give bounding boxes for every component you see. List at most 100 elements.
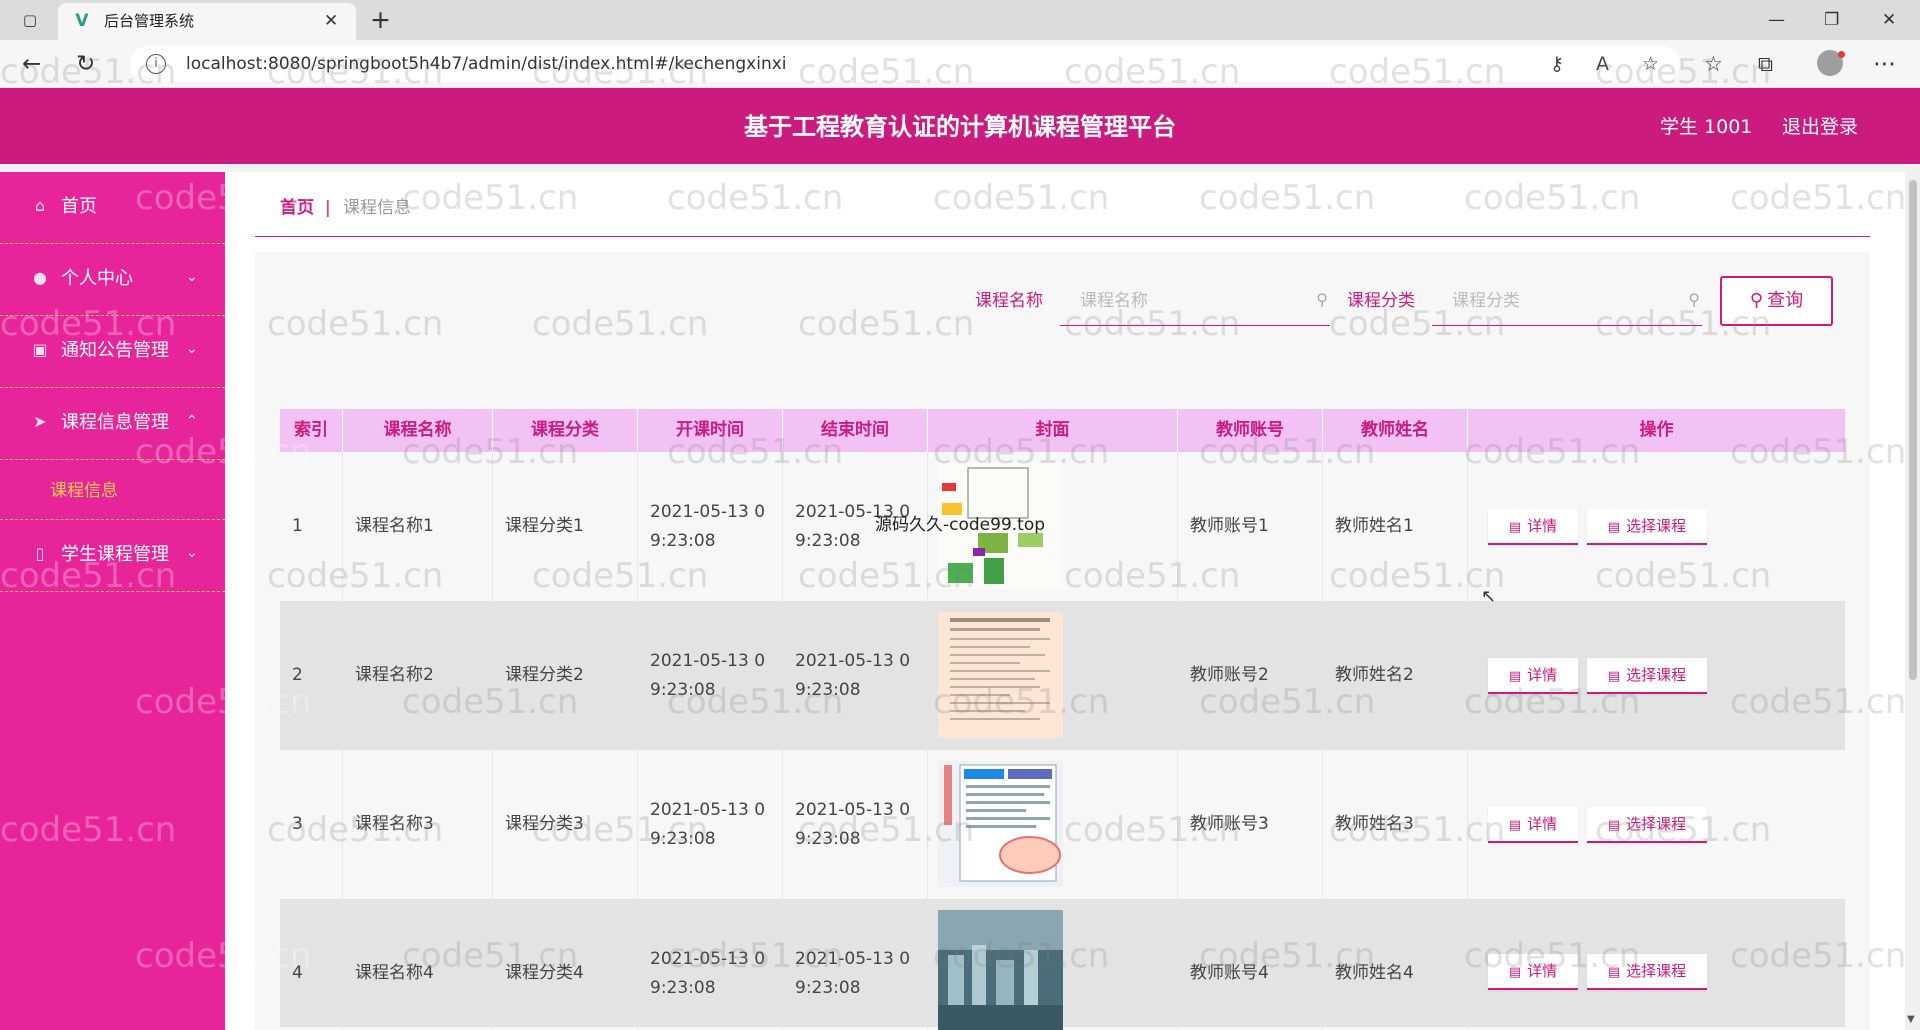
course-category-input[interactable]: [1452, 288, 1672, 314]
overlay-caption: 源码久久-code99.top: [875, 515, 1046, 535]
cell-index: 2: [280, 601, 343, 750]
page-scrollbar[interactable]: ▼: [1905, 172, 1920, 1030]
cell-start-time: 2021-05-13 0 9:23:08: [638, 452, 783, 601]
user-icon: ●: [33, 268, 47, 287]
chevron-down-icon: ⌄: [186, 341, 198, 357]
column-header: 教师姓名: [1323, 409, 1468, 452]
close-window-icon[interactable]: ✕: [1882, 6, 1896, 34]
current-user: 学生 1001: [1660, 116, 1753, 138]
detail-button[interactable]: ▤ 详情: [1488, 509, 1578, 545]
sidebar-item-personal-center[interactable]: ● 个人中心 ⌄: [0, 244, 225, 316]
detail-button[interactable]: ▤ 详情: [1488, 807, 1578, 843]
cover-image: [938, 612, 1063, 738]
minimize-icon[interactable]: —: [1768, 6, 1785, 34]
collections-icon[interactable]: ⧉: [1758, 50, 1773, 78]
cell-course-name: 课程名称4: [343, 899, 493, 1030]
document-icon: ▤: [1508, 520, 1522, 535]
sidebar-item-home[interactable]: ⌂ 首页: [0, 172, 225, 244]
sidebar-subitem-course-info[interactable]: 课程信息: [0, 460, 225, 520]
cell-actions: ▤ 详情 ▤ 选择课程: [1468, 452, 1845, 601]
chevron-up-icon: ⌃: [186, 413, 198, 429]
select-course-button[interactable]: ▤ 选择课程: [1587, 954, 1707, 990]
column-header: 封面: [928, 409, 1178, 452]
maximize-icon[interactable]: ❐: [1824, 6, 1839, 34]
query-button[interactable]: ⚲ 查询: [1720, 276, 1833, 326]
site-info-icon[interactable]: i: [146, 54, 166, 74]
send-icon: ➤: [33, 412, 47, 431]
vue-favicon-icon: V: [75, 11, 89, 31]
cell-teacher-name: 教师姓名2: [1323, 601, 1468, 750]
column-header: 课程名称: [343, 409, 493, 452]
detail-button[interactable]: ▤ 详情: [1488, 954, 1578, 990]
browser-tab[interactable]: V 后台管理系统 ✕: [58, 3, 356, 40]
sidebar-item-course-info-mgmt[interactable]: ➤ 课程信息管理 ⌃: [0, 388, 225, 460]
chevron-down-icon: ⌄: [186, 545, 198, 561]
course-name-input[interactable]: [1080, 288, 1300, 314]
column-header: 教师账号: [1178, 409, 1323, 452]
cell-course-name: 课程名称1: [343, 452, 493, 601]
back-icon[interactable]: ←: [22, 50, 41, 78]
url-text: localhost:8080/springboot5h4b7/admin/dis…: [186, 54, 787, 74]
cell-end-time: 2021-05-13 0 9:23:08: [783, 750, 928, 899]
refresh-icon[interactable]: ↻: [76, 50, 95, 78]
key-icon[interactable]: ⚷: [1550, 54, 1564, 74]
cell-teacher-account: 教师账号1: [1178, 452, 1323, 601]
table-header: 索引 课程名称 课程分类 开课时间 结束时间 封面 教师账号 教师姓名 操作: [280, 409, 1845, 452]
sidebar: ⌂ 首页 ● 个人中心 ⌄ ▣ 通知公告管理 ⌄ ➤ 课程信息管理 ⌃ 课程信息…: [0, 172, 225, 1030]
sidebar-item-student-course-mgmt[interactable]: ▯ 学生课程管理 ⌄: [0, 520, 225, 592]
header-gap: [0, 164, 1920, 172]
detail-button[interactable]: ▤ 详情: [1488, 658, 1578, 694]
column-header: 结束时间: [783, 409, 928, 452]
course-name-field: ⚲: [1060, 276, 1330, 326]
course-category-label: 课程分类: [1347, 291, 1415, 311]
browser-tab-bar: ▢ V 后台管理系统 ✕ + — ❐ ✕: [0, 0, 1920, 40]
document-icon: ▤: [1607, 669, 1621, 684]
breadcrumb-home[interactable]: 首页: [280, 197, 314, 219]
cell-end-time: 2021-05-13 0 9:23:08: [783, 899, 928, 1030]
cell-start-time: 2021-05-13 0 9:23:08: [638, 750, 783, 899]
tab-actions-icon[interactable]: ▢: [20, 10, 40, 30]
new-tab-icon[interactable]: +: [370, 6, 391, 34]
course-name-label: 课程名称: [975, 291, 1043, 311]
scrollbar-thumb[interactable]: [1909, 180, 1917, 680]
sidebar-item-label: 首页: [61, 196, 97, 217]
select-course-button[interactable]: ▤ 选择课程: [1587, 807, 1707, 843]
document-icon: ▤: [1607, 520, 1621, 535]
more-icon[interactable]: ⋯: [1873, 50, 1896, 78]
document-icon: ▤: [1508, 818, 1522, 833]
cell-category: 课程分类3: [493, 750, 638, 899]
favorite-add-icon[interactable]: ☆: [1642, 54, 1659, 74]
cell-actions: ▤ 详情 ▤ 选择课程: [1468, 899, 1845, 1030]
select-course-button[interactable]: ▤ 选择课程: [1587, 658, 1707, 694]
sidebar-item-notice[interactable]: ▣ 通知公告管理 ⌄: [0, 316, 225, 388]
select-course-button[interactable]: ▤ 选择课程: [1587, 509, 1707, 545]
search-icon: ⚲: [1316, 290, 1328, 309]
tab-close-icon[interactable]: ✕: [324, 11, 338, 31]
cover-image: [938, 910, 1063, 1030]
cell-teacher-account: 教师账号4: [1178, 899, 1323, 1030]
column-header: 开课时间: [638, 409, 783, 452]
profile-status-dot: [1838, 51, 1845, 58]
breadcrumb-current: 课程信息: [343, 198, 411, 218]
chevron-down-icon: ⌄: [186, 269, 198, 285]
cell-end-time: 2021-05-13 0 9:23:08: [783, 601, 928, 750]
notice-icon: ▣: [32, 340, 48, 359]
query-button-label: 查询: [1767, 290, 1804, 311]
url-field[interactable]: i localhost:8080/springboot5h4b7/admin/d…: [130, 46, 1680, 82]
cell-index: 4: [280, 899, 343, 1030]
app-title: 基于工程教育认证的计算机课程管理平台: [744, 113, 1176, 141]
main-content: 首页 | 课程信息 课程名称 ⚲ 课程分类 ⚲ ⚲查询 索引 课程名称 课程分类…: [225, 172, 1905, 1030]
table-row: 2 课程名称2 课程分类2 2021-05-13 0 9:23:08 2021-…: [280, 601, 1845, 750]
logout-link[interactable]: 退出登录: [1782, 115, 1858, 139]
scroll-down-arrow-icon[interactable]: ▼: [1907, 1014, 1915, 1026]
sidebar-item-label: 学生课程管理: [61, 544, 169, 565]
cover-image: [938, 761, 1063, 887]
cell-start-time: 2021-05-13 0 9:23:08: [638, 899, 783, 1030]
cell-teacher-name: 教师姓名1: [1323, 452, 1468, 601]
app-header: 基于工程教育认证的计算机课程管理平台 学生 1001 退出登录: [0, 88, 1920, 164]
favorites-icon[interactable]: ☆: [1704, 50, 1723, 78]
home-icon: ⌂: [34, 196, 46, 215]
cell-category: 课程分类2: [493, 601, 638, 750]
read-aloud-icon[interactable]: A: [1596, 54, 1609, 74]
cell-index: 3: [280, 750, 343, 899]
